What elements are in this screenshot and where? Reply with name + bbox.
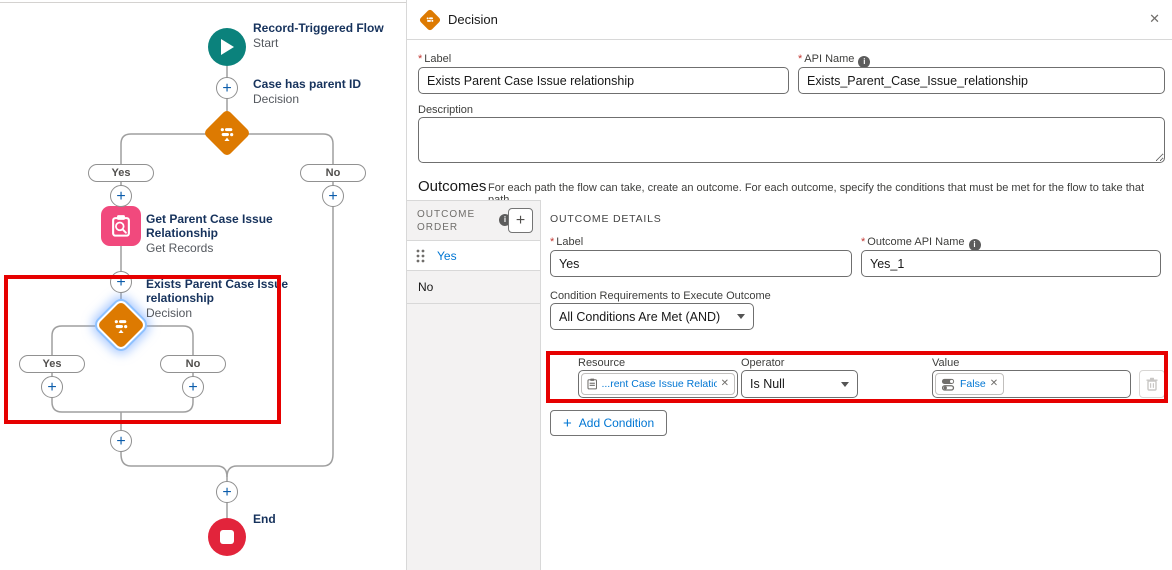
outcome-item-no[interactable]: No	[407, 271, 540, 304]
outcome-api-input[interactable]	[861, 250, 1161, 277]
outcome-details-heading: Outcome Details	[550, 213, 662, 225]
decision1-title: Case has parent ID	[253, 77, 423, 91]
branch-label-yes: Yes	[88, 164, 154, 182]
panel-title: Decision	[448, 12, 498, 27]
condition-requirements-value: All Conditions Are Met (AND)	[559, 310, 720, 324]
outcomes-description: For each path the flow can take, create …	[488, 182, 1166, 206]
highlight-box-decision	[4, 275, 281, 424]
highlight-box-condition	[546, 351, 1168, 403]
get-records-label: Get Parent Case Issue Relationship Get R…	[146, 212, 296, 257]
decision-glyph-icon	[424, 14, 436, 26]
flow-builder-app: Record-Triggered Flow Start + Case has p…	[0, 0, 1172, 570]
start-node[interactable]	[208, 28, 246, 66]
add-element-button[interactable]: +	[322, 185, 344, 207]
outcome-label-input[interactable]	[550, 250, 852, 277]
chevron-down-icon	[737, 314, 745, 319]
decision1-label: Case has parent ID Decision	[253, 77, 423, 108]
description-field-label: Description	[418, 104, 473, 116]
drag-handle-icon[interactable]	[416, 249, 425, 263]
add-condition-label: Add Condition	[579, 416, 654, 430]
add-element-button[interactable]: +	[110, 430, 132, 452]
required-marker: *	[418, 53, 422, 65]
plus-icon: +	[563, 415, 572, 432]
branch-label-no: No	[300, 164, 366, 182]
label-input[interactable]	[418, 67, 789, 94]
outcome-item-label: Yes	[437, 249, 457, 263]
outcome-item-label: No	[418, 280, 433, 294]
end-node[interactable]	[208, 518, 246, 556]
stop-icon	[220, 530, 234, 544]
add-outcome-button[interactable]: +	[508, 208, 533, 233]
add-element-button[interactable]: +	[216, 481, 238, 503]
api-name-field-label: *API Namei	[798, 53, 870, 68]
required-marker: *	[798, 53, 802, 65]
add-element-button[interactable]: +	[216, 77, 238, 99]
end-node-label: End	[253, 512, 276, 526]
required-marker: *	[550, 236, 554, 248]
outcome-order-header: Outcome Order i +	[407, 201, 540, 241]
get-records-title: Get Parent Case Issue Relationship	[146, 212, 296, 240]
start-subtitle: Start	[253, 36, 423, 52]
label-field-label: *Label	[418, 53, 451, 65]
decision1-node[interactable]	[207, 113, 247, 153]
outcome-order-sidebar: Outcome Order i + Yes No	[407, 200, 541, 570]
decision-icon	[420, 10, 440, 30]
description-textarea[interactable]	[418, 117, 1165, 163]
add-element-button[interactable]: +	[110, 185, 132, 207]
decision-icon	[215, 121, 239, 145]
condition-requirements-select[interactable]: All Conditions Are Met (AND)	[550, 303, 754, 330]
get-records-subtitle: Get Records	[146, 241, 296, 257]
add-condition-button[interactable]: + Add Condition	[550, 410, 667, 436]
outcome-item-yes[interactable]: Yes	[407, 241, 540, 271]
panel-header: Decision ✕	[407, 0, 1172, 40]
required-marker: *	[861, 236, 865, 248]
get-records-node[interactable]	[101, 206, 141, 246]
outcome-order-title: Outcome Order	[417, 208, 489, 234]
start-title: Record-Triggered Flow	[253, 21, 423, 35]
outcome-label-field-label: *Label	[550, 236, 583, 248]
play-icon	[219, 38, 235, 56]
outcomes-heading: Outcomes	[418, 178, 486, 195]
flow-canvas: Record-Triggered Flow Start + Case has p…	[0, 0, 406, 570]
decision1-subtitle: Decision	[253, 92, 423, 108]
start-node-label: Record-Triggered Flow Start	[253, 21, 423, 52]
decision-property-panel: Decision ✕ *Label *API Namei Description…	[406, 0, 1172, 570]
close-icon[interactable]: ✕	[1149, 11, 1160, 27]
end-title: End	[253, 512, 276, 526]
api-name-input[interactable]	[798, 67, 1165, 94]
outcome-api-field-label: *Outcome API Namei	[861, 236, 981, 251]
condition-requirements-label: Condition Requirements to Execute Outcom…	[550, 290, 771, 302]
get-records-icon	[107, 212, 135, 240]
